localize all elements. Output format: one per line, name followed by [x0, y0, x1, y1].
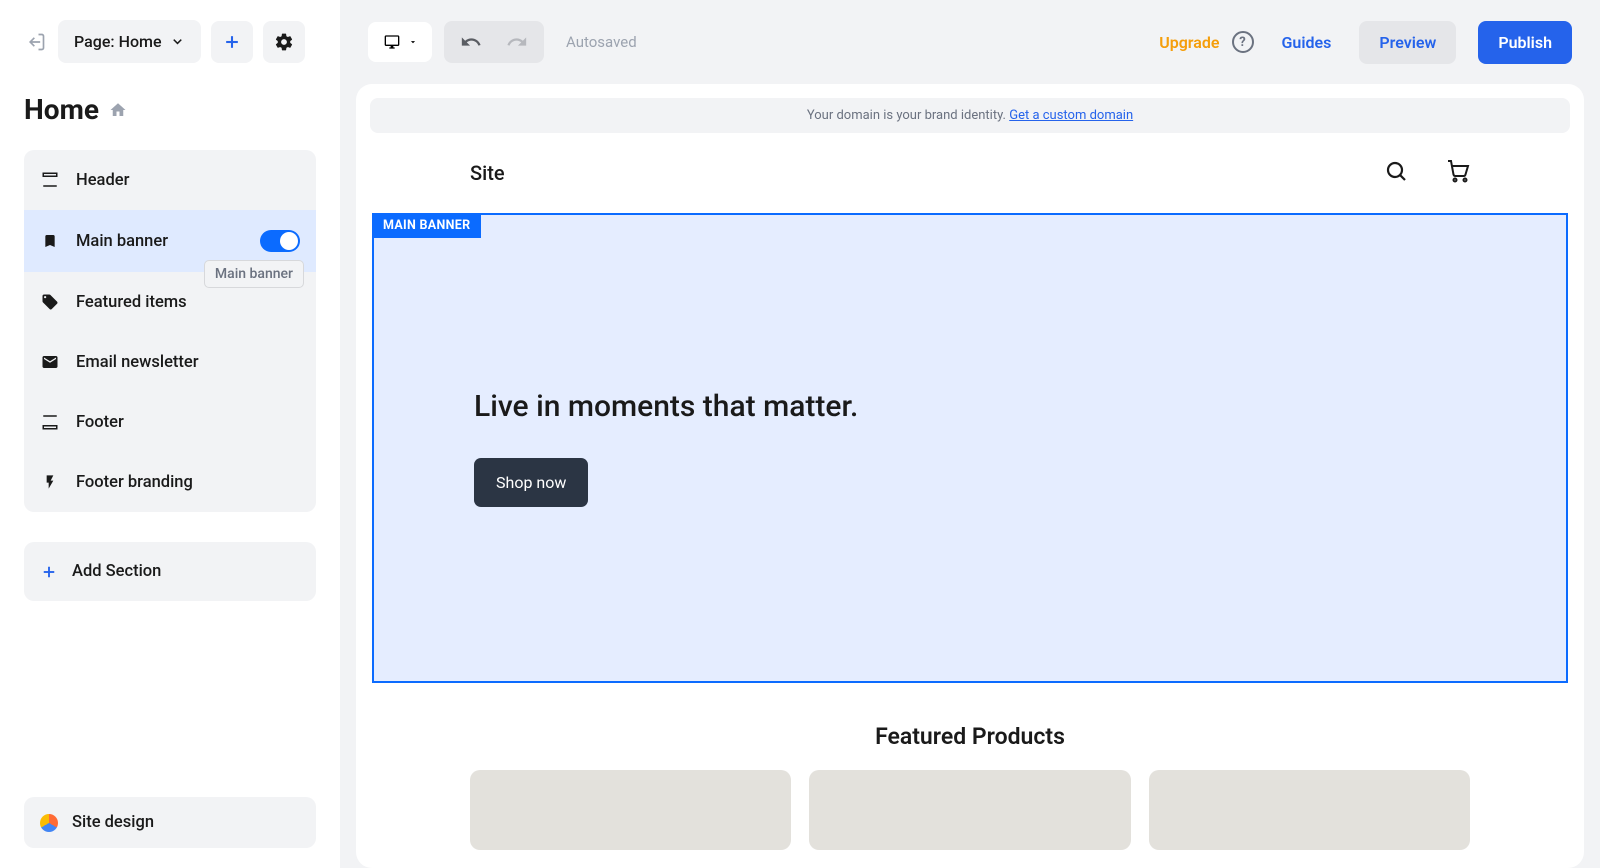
help-button[interactable]: ? — [1232, 31, 1254, 53]
section-item-email-newsletter[interactable]: Email newsletter — [24, 332, 316, 392]
search-icon[interactable] — [1384, 159, 1408, 187]
section-item-footer-branding[interactable]: Footer branding — [24, 452, 316, 512]
main-area: Autosaved Upgrade ? Guides Preview Publi… — [340, 0, 1600, 868]
section-item-header[interactable]: Header — [24, 150, 316, 210]
section-label: Featured items — [76, 293, 300, 312]
tooltip: Main banner — [204, 260, 304, 288]
palette-icon — [40, 814, 58, 832]
domain-notice-text: Your domain is your brand identity. — [807, 108, 1009, 123]
plus-icon — [222, 32, 242, 52]
sidebar-top-controls: Page: Home — [24, 20, 316, 63]
section-label: Header — [76, 171, 300, 190]
preview-site-header[interactable]: Site — [370, 133, 1570, 213]
section-label: Main banner — [76, 232, 244, 251]
page-title: Home — [24, 93, 316, 126]
envelope-icon — [40, 352, 60, 372]
desktop-icon — [382, 34, 402, 50]
preview-main-banner-section[interactable]: MAIN BANNER Live in moments that matter.… — [372, 213, 1568, 683]
page-selector[interactable]: Page: Home — [58, 20, 201, 63]
device-viewport-selector[interactable] — [368, 22, 432, 62]
footer-icon — [40, 412, 60, 432]
banner-heading[interactable]: Live in moments that matter. — [474, 389, 858, 424]
domain-notice-bar: Your domain is your brand identity. Get … — [370, 98, 1570, 133]
plus-icon — [40, 563, 58, 581]
site-design-label: Site design — [72, 813, 154, 832]
caret-down-icon — [408, 37, 418, 47]
add-section-button[interactable]: Add Section — [24, 542, 316, 601]
featured-products-row — [370, 770, 1570, 850]
undo-icon[interactable] — [460, 31, 482, 53]
publish-button[interactable]: Publish — [1478, 21, 1572, 64]
product-card[interactable] — [1149, 770, 1470, 850]
redo-icon[interactable] — [506, 31, 528, 53]
page-settings-button[interactable] — [263, 21, 305, 63]
topbar: Autosaved Upgrade ? Guides Preview Publi… — [340, 0, 1600, 84]
gear-icon — [274, 32, 294, 52]
section-label: Footer branding — [76, 473, 300, 492]
section-label: Email newsletter — [76, 353, 300, 372]
add-section-label: Add Section — [72, 562, 161, 581]
canvas-wrapper: Your domain is your brand identity. Get … — [340, 84, 1600, 868]
page-title-text: Home — [24, 93, 99, 126]
page-selector-label: Page: Home — [74, 32, 162, 51]
undo-redo-group — [444, 21, 544, 63]
site-design-button[interactable]: Site design — [24, 797, 316, 848]
preview-site-name: Site — [470, 161, 505, 185]
preview-button[interactable]: Preview — [1359, 21, 1456, 64]
featured-products-title[interactable]: Featured Products — [370, 683, 1570, 770]
exit-icon — [26, 32, 46, 52]
upgrade-link[interactable]: Upgrade — [1159, 33, 1219, 52]
add-page-button[interactable] — [211, 21, 253, 63]
product-card[interactable] — [470, 770, 791, 850]
section-visibility-toggle[interactable] — [260, 230, 300, 252]
sidebar: Page: Home Home Header Main banner Main … — [0, 0, 340, 868]
bolt-icon — [40, 472, 60, 492]
section-list: Header Main banner Main banner Featured … — [24, 150, 316, 512]
product-card[interactable] — [809, 770, 1130, 850]
banner-content: Live in moments that matter. Shop now — [474, 389, 858, 507]
section-item-main-banner[interactable]: Main banner Main banner — [24, 210, 316, 272]
chevron-down-icon — [170, 34, 185, 49]
section-label: Footer — [76, 413, 300, 432]
get-custom-domain-link[interactable]: Get a custom domain — [1009, 108, 1133, 123]
site-preview-canvas: Your domain is your brand identity. Get … — [356, 84, 1584, 868]
section-item-footer[interactable]: Footer — [24, 392, 316, 452]
guides-link[interactable]: Guides — [1282, 33, 1332, 52]
autosaved-status: Autosaved — [566, 33, 637, 51]
cart-icon[interactable] — [1446, 159, 1470, 187]
section-tag: MAIN BANNER — [372, 213, 481, 238]
tag-icon — [40, 292, 60, 312]
banner-cta-button[interactable]: Shop now — [474, 458, 588, 507]
header-icon — [40, 170, 60, 190]
bookmark-icon — [40, 231, 60, 251]
home-icon — [109, 101, 127, 119]
exit-editor-button[interactable] — [24, 30, 48, 54]
